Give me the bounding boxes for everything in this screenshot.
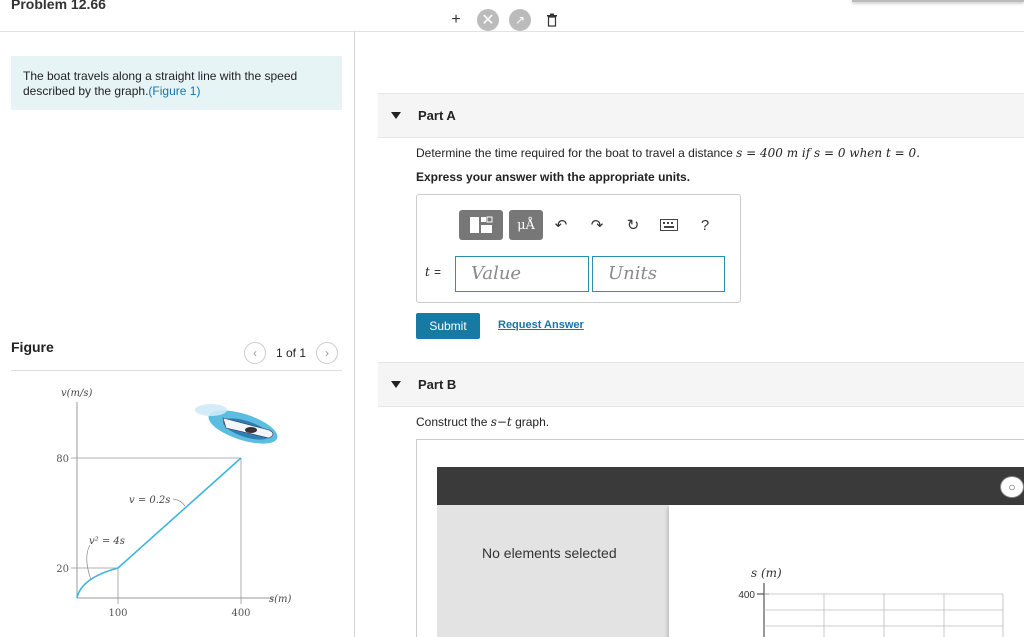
y-tick-80: 80 [56, 454, 69, 465]
collapse-triangle-icon [391, 381, 401, 388]
canvas-y-label: s (m) [751, 566, 782, 580]
submit-button[interactable]: Submit [416, 313, 480, 339]
add-vector-icon[interactable]: ↗ [509, 9, 531, 31]
chevron-left-icon[interactable]: ‹ [244, 342, 266, 364]
prompt-math: s−t [490, 415, 512, 429]
problem-statement: The boat travels along a straight line w… [11, 56, 342, 110]
templates-icon[interactable] [459, 210, 503, 240]
part-b-label: Part B [418, 377, 457, 392]
part-a-instruction: Express your answer with the appropriate… [416, 170, 691, 184]
header-divider [0, 31, 1024, 32]
figure-navigation: ‹ 1 of 1 › [244, 342, 339, 364]
graphing-toolbar [437, 467, 1024, 505]
figure-heading: Figure [11, 339, 54, 355]
variable-symbol: t [425, 265, 430, 279]
parabola-segment [76, 567, 119, 599]
speed-graph: v(m/s) s(m) 80 20 100 400 v² = 4s v = 0.… [56, 388, 292, 619]
question-text: Determine the time required for the boat… [416, 146, 737, 160]
prompt-suffix: graph. [511, 415, 550, 429]
column-divider [354, 31, 355, 637]
x-tick-100: 100 [108, 608, 127, 619]
lightbulb-icon[interactable]: ○ [1000, 476, 1024, 498]
draw-line-icon[interactable]: ✕ [477, 9, 499, 31]
boat-illustration [195, 404, 278, 444]
value-input[interactable]: Value [455, 256, 589, 292]
help-icon[interactable]: ? [687, 210, 723, 240]
part-a-question: Determine the time required for the boat… [416, 146, 920, 160]
delete-icon[interactable] [541, 9, 563, 31]
collapse-triangle-icon [391, 112, 401, 119]
answer-toolbar: μÅ ↶ ↷ ↻ ? [459, 210, 723, 240]
problem-title: Problem 12.66 [11, 0, 106, 12]
mastering-problem-page: Problem 12.66 The boat travels along a s… [0, 0, 1024, 637]
part-b-prompt: Construct the s−t graph. [416, 415, 549, 429]
canvas-tick-400: 400 [738, 590, 755, 601]
answer-variable: t = [425, 265, 441, 280]
units-icon[interactable]: μÅ [509, 210, 543, 240]
redo-icon[interactable]: ↷ [579, 210, 615, 240]
figure-counter: 1 of 1 [276, 346, 307, 360]
no-selection-text: No elements selected [482, 545, 617, 561]
prompt-text: Construct the [416, 415, 491, 429]
reset-icon[interactable]: ↻ [615, 210, 651, 240]
linear-segment [117, 457, 242, 569]
graph-canvas[interactable]: s (m) 400 [669, 505, 1024, 637]
undo-icon[interactable]: ↶ [543, 210, 579, 240]
part-a-label: Part A [418, 108, 456, 123]
chevron-right-icon[interactable]: › [316, 342, 339, 364]
request-answer-link[interactable]: Request Answer [498, 319, 584, 331]
top-overlay-edge [852, 0, 1024, 2]
element-properties-panel [437, 505, 669, 637]
x-tick-400: 400 [231, 608, 250, 619]
part-a-header[interactable]: Part A [378, 93, 1024, 138]
units-input[interactable]: Units [592, 256, 725, 292]
x-axis-label: s(m) [269, 594, 292, 605]
add-point-icon[interactable]: + [445, 9, 467, 31]
y-axis-label: v(m/s) [61, 388, 93, 399]
equals-sign: = [433, 265, 441, 279]
curve-label-linear: v = 0.2s [129, 495, 170, 506]
figure-divider [11, 370, 342, 371]
question-math: s = 400 m if s = 0 when t = 0. [736, 146, 920, 160]
curve-label-parabola: v² = 4s [89, 536, 125, 547]
figure-link[interactable]: (Figure 1) [148, 84, 200, 98]
y-tick-20: 20 [56, 564, 69, 575]
keyboard-icon[interactable] [651, 210, 687, 240]
part-b-header[interactable]: Part B [378, 362, 1024, 407]
